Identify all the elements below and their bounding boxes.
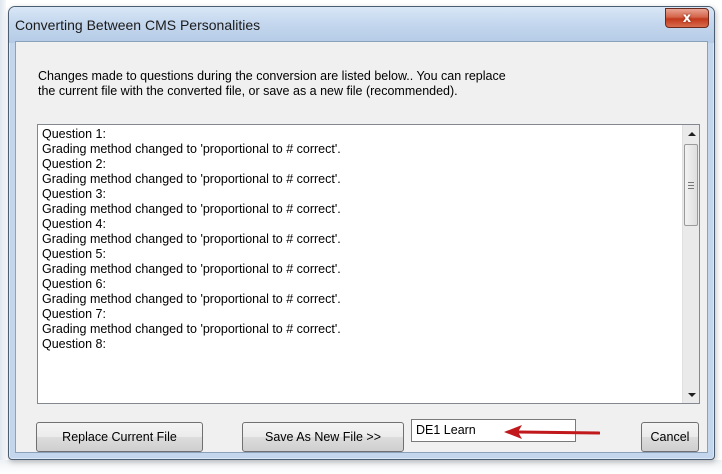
log-line: Question 2: <box>42 157 106 171</box>
scroll-down-button[interactable] <box>683 386 699 403</box>
grip-icon <box>688 181 694 189</box>
log-line: Question 6: <box>42 277 106 291</box>
close-button[interactable]: x <box>665 8 709 28</box>
description-text: Changes made to questions during the con… <box>38 69 638 99</box>
description-line: Changes made to questions during the con… <box>38 69 506 83</box>
log-line: Grading method changed to 'proportional … <box>42 142 341 156</box>
scroll-up-arrow-icon <box>687 131 696 136</box>
save-as-new-file-button[interactable]: Save As New File >> <box>242 422 404 452</box>
desktop-edge <box>0 0 6 474</box>
scroll-thumb[interactable] <box>684 144 698 226</box>
log-line: Question 8: <box>42 337 106 351</box>
changes-lines: Question 1: Grading method changed to 'pr… <box>42 127 679 352</box>
scroll-up-button[interactable] <box>683 125 699 142</box>
log-line: Grading method changed to 'proportional … <box>42 262 341 276</box>
log-line: Question 7: <box>42 307 106 321</box>
cancel-button[interactable]: Cancel <box>641 422 699 452</box>
dialog-body: Changes made to questions during the con… <box>15 41 708 453</box>
log-line: Grading method changed to 'proportional … <box>42 172 341 186</box>
log-line: Grading method changed to 'proportional … <box>42 322 341 336</box>
scroll-down-arrow-icon <box>687 392 696 397</box>
desktop-bottom-edge <box>0 460 722 474</box>
log-line: Question 5: <box>42 247 106 261</box>
window-title: Converting Between CMS Personalities <box>15 17 261 33</box>
close-icon: x <box>682 10 692 26</box>
changes-listbox[interactable]: Question 1: Grading method changed to 'pr… <box>37 124 700 404</box>
log-line: Question 4: <box>42 217 106 231</box>
log-line: Question 3: <box>42 187 106 201</box>
red-arrow-icon <box>504 425 600 439</box>
description-line: the current file with the converted file… <box>38 84 458 98</box>
log-line: Grading method changed to 'proportional … <box>42 292 341 306</box>
log-line: Question 1: <box>42 127 106 141</box>
arrow-shaft <box>516 430 600 435</box>
conversion-dialog: Converting Between CMS Personalities x C… <box>8 6 715 460</box>
title-bar[interactable]: Converting Between CMS Personalities x <box>9 7 714 43</box>
log-line: Grading method changed to 'proportional … <box>42 232 341 246</box>
vertical-scrollbar[interactable] <box>682 125 699 403</box>
replace-current-file-button[interactable]: Replace Current File <box>36 422 203 452</box>
log-line: Grading method changed to 'proportional … <box>42 202 341 216</box>
